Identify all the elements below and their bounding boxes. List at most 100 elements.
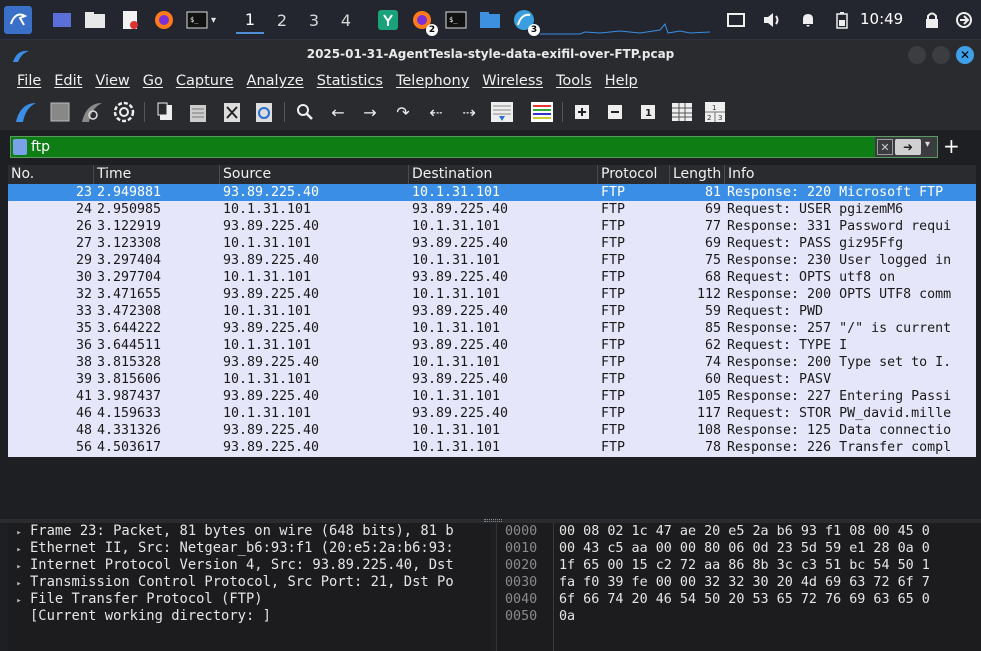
menu-capture[interactable]: Capture: [176, 70, 234, 94]
menu-tools[interactable]: Tools: [556, 70, 592, 94]
packet-row[interactable]: 56 4.503617 93.89.225.40 10.1.31.101 FTP 78 Re…: [8, 439, 976, 456]
close-button[interactable]: ✕: [956, 46, 974, 64]
capture-options-icon[interactable]: [112, 100, 136, 124]
bytes-hex[interactable]: 1f 65 00 15 c2 72 aa 86 8b 3c c3 51 bc 5…: [559, 557, 930, 574]
start-capture-icon[interactable]: [14, 100, 38, 124]
workspace-3[interactable]: 3: [300, 6, 328, 34]
menu-help[interactable]: Help: [605, 70, 638, 94]
app-icon[interactable]: [374, 6, 402, 34]
logout-icon[interactable]: [950, 6, 978, 34]
chevron-down-icon[interactable]: ▾: [211, 15, 216, 26]
restart-capture-icon[interactable]: [80, 100, 104, 124]
column-header-length[interactable]: Length: [669, 165, 724, 184]
screen-icon[interactable]: [722, 6, 750, 34]
menu-edit[interactable]: Edit: [54, 70, 82, 94]
column-header-time[interactable]: Time: [93, 165, 219, 184]
expand-arrow-icon[interactable]: ▸: [8, 559, 30, 574]
packet-row[interactable]: 29 3.297404 93.89.225.40 10.1.31.101 FTP 75 Re…: [8, 252, 976, 269]
menu-telephony[interactable]: Telephony: [396, 70, 469, 94]
open-file-icon[interactable]: [154, 100, 178, 124]
bytes-hex[interactable]: 0a: [559, 608, 575, 625]
lock-icon[interactable]: [918, 6, 946, 34]
packet-row[interactable]: 30 3.297704 10.1.31.101 93.89.225.40 FTP 68 Re…: [8, 269, 976, 286]
normal-size-icon[interactable]: 1: [636, 100, 660, 124]
clear-filter-icon[interactable]: ✕: [877, 139, 893, 155]
go-to-packet-icon[interactable]: ↷: [391, 100, 415, 124]
detail-tree-item[interactable]: ▸ Transmission Control Protocol, Src Port…: [8, 574, 490, 591]
battery-icon[interactable]: [828, 6, 856, 34]
column-header-info[interactable]: Info: [724, 165, 976, 184]
bytes-hex[interactable]: 6f 66 74 20 46 54 50 20 53 65 72 76 69 6…: [559, 591, 930, 608]
menu-view[interactable]: View: [95, 70, 129, 94]
packet-row[interactable]: 26 3.122919 93.89.225.40 10.1.31.101 FTP 77 Re…: [8, 218, 976, 235]
expand-arrow-icon[interactable]: ▸: [8, 525, 30, 540]
go-forward-icon[interactable]: →: [358, 100, 382, 124]
packet-row[interactable]: 36 3.644511 10.1.31.101 93.89.225.40 FTP 62 Re…: [8, 337, 976, 354]
close-file-icon[interactable]: [220, 100, 244, 124]
save-file-icon[interactable]: [186, 100, 210, 124]
text-editor-icon[interactable]: [116, 6, 144, 34]
firefox-icon[interactable]: [150, 6, 178, 34]
minimize-button[interactable]: [908, 46, 926, 64]
firefox-window-icon[interactable]: 2: [408, 6, 438, 36]
chevron-down-icon[interactable]: ▾: [925, 139, 930, 150]
terminal-window-icon[interactable]: $_: [442, 6, 470, 34]
kali-menu-icon[interactable]: [4, 6, 32, 34]
colorize-icon[interactable]: [530, 100, 554, 124]
menu-statistics[interactable]: Statistics: [317, 70, 383, 94]
menu-analyze[interactable]: Analyze: [247, 70, 304, 94]
bookmark-icon[interactable]: [13, 139, 27, 155]
layout-panes-icon[interactable]: 123: [703, 100, 727, 124]
detail-tree-item[interactable]: ▸ Ethernet II, Src: Netgear_b6:93:f1 (20:…: [8, 540, 490, 557]
display-filter-input[interactable]: ftp: [31, 137, 881, 157]
packet-row[interactable]: 27 3.123308 10.1.31.101 93.89.225.40 FTP 69 Re…: [8, 235, 976, 252]
packet-row[interactable]: 24 2.950985 10.1.31.101 93.89.225.40 FTP 69 Re…: [8, 201, 976, 218]
auto-scroll-icon[interactable]: [490, 100, 514, 124]
zoom-out-icon[interactable]: [603, 100, 627, 124]
detail-tree-item[interactable]: [Current working directory: ]: [8, 608, 490, 625]
packet-row[interactable]: 41 3.987437 93.89.225.40 10.1.31.101 FTP 105 R…: [8, 388, 976, 405]
workspace-2[interactable]: 2: [268, 6, 296, 34]
zoom-in-icon[interactable]: [570, 100, 594, 124]
resize-columns-icon[interactable]: [670, 100, 694, 124]
wireshark-window-icon[interactable]: 3: [510, 6, 540, 36]
expand-arrow-icon[interactable]: ▸: [8, 576, 30, 591]
splitter-handle-icon[interactable]: [484, 519, 502, 522]
column-header-destination[interactable]: Destination: [408, 165, 597, 184]
packet-row[interactable]: 33 3.472308 10.1.31.101 93.89.225.40 FTP 59 Re…: [8, 303, 976, 320]
expand-arrow-icon[interactable]: ▸: [8, 542, 30, 557]
detail-tree-item[interactable]: ▸ File Transfer Protocol (FTP): [8, 591, 490, 608]
find-packet-icon[interactable]: [293, 100, 317, 124]
maximize-button[interactable]: [932, 46, 950, 64]
terminal-launcher-icon[interactable]: $_ ▾: [181, 6, 221, 34]
bytes-hex[interactable]: 00 43 c5 aa 00 00 80 06 0d 23 5d 59 e1 2…: [559, 540, 930, 557]
column-header-source[interactable]: Source: [219, 165, 408, 184]
notifications-icon[interactable]: [794, 6, 822, 34]
workspace-1[interactable]: 1: [236, 6, 264, 34]
menu-go[interactable]: Go: [143, 70, 163, 94]
expand-arrow-icon[interactable]: ▸: [8, 593, 30, 608]
go-back-icon[interactable]: ←: [326, 100, 350, 124]
column-header-no[interactable]: No.: [8, 165, 93, 184]
stop-capture-icon[interactable]: [48, 100, 72, 124]
menu-wireless[interactable]: Wireless: [482, 70, 543, 94]
packet-row[interactable]: 39 3.815606 10.1.31.101 93.89.225.40 FTP 60 Re…: [8, 371, 976, 388]
packet-row[interactable]: 38 3.815328 93.89.225.40 10.1.31.101 FTP 74 Re…: [8, 354, 976, 371]
workspace-4[interactable]: 4: [332, 6, 360, 34]
menu-file[interactable]: File: [17, 70, 41, 94]
file-manager-icon[interactable]: [81, 6, 109, 34]
folder-window-icon[interactable]: [476, 6, 504, 34]
packet-row[interactable]: 48 4.331326 93.89.225.40 10.1.31.101 FTP 108 R…: [8, 422, 976, 439]
last-packet-icon[interactable]: ⇢: [457, 100, 481, 124]
add-filter-button[interactable]: +: [943, 134, 960, 158]
packet-row[interactable]: 46 4.159633 10.1.31.101 93.89.225.40 FTP 117 R…: [8, 405, 976, 422]
column-header-protocol[interactable]: Protocol: [597, 165, 669, 184]
packet-row[interactable]: 23 2.949881 93.89.225.40 10.1.31.101 FTP 81 Re…: [8, 184, 976, 201]
bytes-hex[interactable]: 00 08 02 1c 47 ae 20 e5 2a b6 93 f1 08 0…: [559, 523, 930, 540]
volume-icon[interactable]: [758, 6, 786, 34]
desktop-icon[interactable]: [48, 6, 76, 34]
bytes-hex[interactable]: fa f0 39 fe 00 00 32 32 30 20 4d 69 63 7…: [559, 574, 930, 591]
apply-filter-button[interactable]: ➜: [895, 139, 921, 155]
first-packet-icon[interactable]: ⇠: [424, 100, 448, 124]
packet-row[interactable]: 35 3.644222 93.89.225.40 10.1.31.101 FTP 85 Re…: [8, 320, 976, 337]
